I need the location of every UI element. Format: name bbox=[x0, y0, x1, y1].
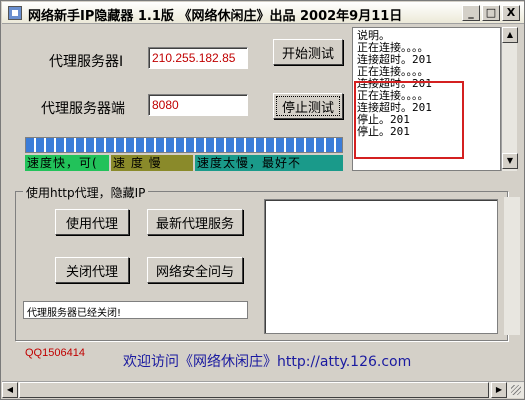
maximize-button[interactable]: □ bbox=[482, 5, 500, 21]
network-safety-button[interactable]: 网络安全问与 bbox=[147, 257, 243, 283]
proxy-server-label: 代理服务器I bbox=[49, 54, 124, 70]
scroll-thumb[interactable] bbox=[19, 382, 489, 398]
title-bar[interactable]: 网络新手IP隐藏器 1.1版 《网络休闲庄》出品 2002年9月11日 _ □ … bbox=[2, 2, 524, 24]
use-proxy-button[interactable]: 使用代理 bbox=[55, 209, 129, 235]
welcome-link[interactable]: 欢迎访问《网络休闲庄》http://atty.126.com bbox=[123, 351, 411, 371]
stop-test-button[interactable]: 停止测试 bbox=[273, 93, 343, 119]
log-scrollbar[interactable]: ▲ ▼ bbox=[501, 27, 518, 171]
minimize-button[interactable]: _ bbox=[462, 5, 480, 21]
latest-proxy-button[interactable]: 最新代理服务 bbox=[147, 209, 243, 235]
proxy-status-field: 代理服务器已经关闭! bbox=[23, 301, 248, 319]
proxy-port-label: 代理服务器端 bbox=[41, 101, 125, 117]
app-window: 网络新手IP隐藏器 1.1版 《网络休闲庄》出品 2002年9月11日 _ □ … bbox=[0, 0, 525, 400]
close-button[interactable]: X bbox=[502, 5, 520, 21]
qq-number: QQ1506414 bbox=[25, 347, 85, 359]
horizontal-scrollbar[interactable]: ◀ ▶ bbox=[2, 381, 524, 398]
resize-grip-icon[interactable] bbox=[511, 385, 521, 395]
info-text-area[interactable] bbox=[264, 199, 498, 334]
app-icon bbox=[8, 6, 22, 20]
close-proxy-button[interactable]: 关闭代理 bbox=[55, 257, 129, 283]
proxy-server-input[interactable]: 210.255.182.85 bbox=[148, 47, 248, 69]
proxy-port-input[interactable]: 8080 bbox=[148, 94, 248, 116]
info-scrollbar[interactable] bbox=[504, 197, 520, 335]
speed-legend-slow: 速 度 慢 bbox=[111, 155, 193, 171]
window-title: 网络新手IP隐藏器 1.1版 《网络休闲庄》出品 2002年9月11日 bbox=[28, 9, 403, 24]
start-test-button[interactable]: 开始测试 bbox=[273, 39, 343, 65]
scroll-down-icon[interactable]: ▼ bbox=[502, 153, 518, 169]
test-progress-bar bbox=[25, 137, 343, 153]
http-proxy-group-title: 使用http代理，隐藏IP bbox=[23, 184, 149, 201]
speed-legend-too-slow: 速度太慢，最好不 bbox=[195, 155, 343, 171]
speed-legend-fast: 速度快，可( bbox=[25, 155, 109, 171]
scroll-up-icon[interactable]: ▲ bbox=[502, 27, 518, 43]
log-highlight bbox=[354, 81, 464, 159]
progress-fill bbox=[26, 138, 342, 152]
scroll-left-icon[interactable]: ◀ bbox=[2, 382, 18, 398]
scroll-right-icon[interactable]: ▶ bbox=[491, 382, 507, 398]
